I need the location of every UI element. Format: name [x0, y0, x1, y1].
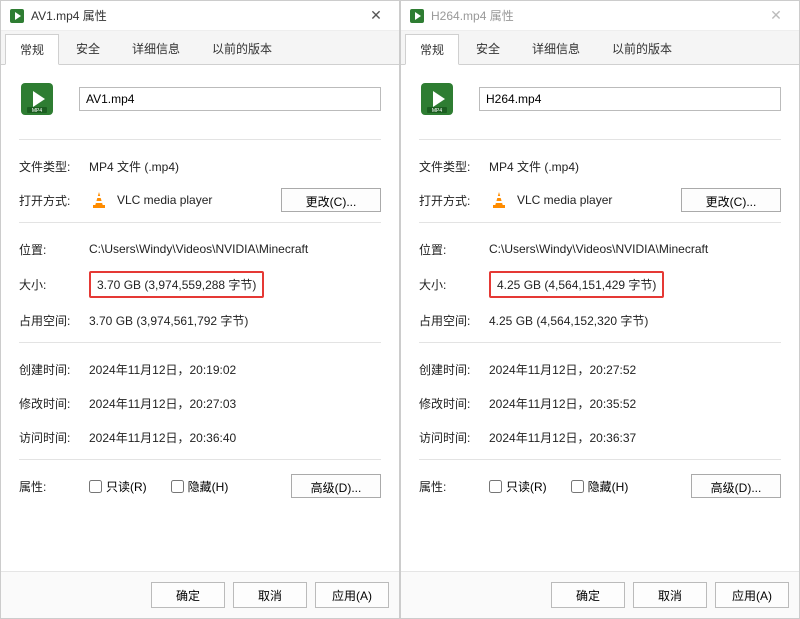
- label-accessed: 访问时间:: [19, 429, 89, 446]
- value-modified: 2024年11月12日，20:35:52: [489, 395, 781, 412]
- tab-previous-versions[interactable]: 以前的版本: [597, 33, 687, 64]
- svg-text:MP4: MP4: [432, 108, 443, 114]
- dialog-footer: 确定 取消 应用(A): [1, 571, 399, 618]
- close-icon[interactable]: ✕: [761, 1, 791, 30]
- mp4-large-icon: MP4: [419, 81, 455, 117]
- general-tab-content: MP4 文件类型: MP4 文件 (.mp4) 打开方式: VLC media …: [401, 65, 799, 571]
- divider: [19, 342, 381, 343]
- cancel-button[interactable]: 取消: [633, 582, 707, 608]
- close-icon[interactable]: ✕: [361, 1, 391, 30]
- apply-button[interactable]: 应用(A): [715, 582, 789, 608]
- readonly-text: 只读(R): [506, 478, 547, 495]
- label-filetype: 文件类型:: [19, 158, 89, 175]
- apply-button[interactable]: 应用(A): [315, 582, 389, 608]
- label-created: 创建时间:: [419, 361, 489, 378]
- advanced-button[interactable]: 高级(D)...: [291, 474, 381, 498]
- divider: [419, 459, 781, 460]
- hidden-text: 隐藏(H): [588, 478, 629, 495]
- readonly-checkbox[interactable]: [489, 480, 502, 493]
- titlebar: H264.mp4 属性 ✕: [401, 1, 799, 31]
- window-title: H264.mp4 属性: [431, 7, 761, 24]
- label-accessed: 访问时间:: [419, 429, 489, 446]
- properties-window-right: H264.mp4 属性 ✕ 常规 安全 详细信息 以前的版本 MP4 文件类型:…: [400, 0, 800, 619]
- readonly-text: 只读(R): [106, 478, 147, 495]
- divider: [419, 342, 781, 343]
- window-title: AV1.mp4 属性: [31, 7, 361, 24]
- ok-button[interactable]: 确定: [551, 582, 625, 608]
- label-sizeondisk: 占用空间:: [419, 312, 489, 329]
- value-accessed: 2024年11月12日，20:36:37: [489, 429, 781, 446]
- divider: [419, 222, 781, 223]
- value-sizeondisk: 4.25 GB (4,564,152,320 字节): [489, 312, 781, 329]
- value-filetype: MP4 文件 (.mp4): [89, 158, 381, 175]
- label-location: 位置:: [419, 241, 489, 258]
- value-created: 2024年11月12日，20:27:52: [489, 361, 781, 378]
- label-openwith: 打开方式:: [419, 192, 489, 209]
- label-size: 大小:: [419, 276, 489, 293]
- properties-window-left: AV1.mp4 属性 ✕ 常规 安全 详细信息 以前的版本 MP4 文件类型: …: [0, 0, 400, 619]
- label-size: 大小:: [19, 276, 89, 293]
- filename-input[interactable]: [79, 87, 381, 111]
- tab-previous-versions[interactable]: 以前的版本: [197, 33, 287, 64]
- divider: [19, 139, 381, 140]
- general-tab-content: MP4 文件类型: MP4 文件 (.mp4) 打开方式: VLC media …: [1, 65, 399, 571]
- readonly-checkbox[interactable]: [89, 480, 102, 493]
- mp4-file-icon: [9, 8, 25, 24]
- filename-input[interactable]: [479, 87, 781, 111]
- divider: [19, 459, 381, 460]
- advanced-button[interactable]: 高级(D)...: [691, 474, 781, 498]
- svg-text:MP4: MP4: [32, 108, 43, 114]
- value-accessed: 2024年11月12日，20:36:40: [89, 429, 381, 446]
- divider: [419, 139, 781, 140]
- tab-security[interactable]: 安全: [461, 33, 515, 64]
- value-sizeondisk: 3.70 GB (3,974,561,792 字节): [89, 312, 381, 329]
- label-modified: 修改时间:: [419, 395, 489, 412]
- dialog-footer: 确定 取消 应用(A): [401, 571, 799, 618]
- vlc-icon: [89, 190, 109, 210]
- label-openwith: 打开方式:: [19, 192, 89, 209]
- hidden-checkbox-label[interactable]: 隐藏(H): [571, 478, 629, 495]
- value-location: C:\Users\Windy\Videos\NVIDIA\Minecraft: [89, 242, 381, 256]
- label-created: 创建时间:: [19, 361, 89, 378]
- label-modified: 修改时间:: [19, 395, 89, 412]
- change-button[interactable]: 更改(C)...: [681, 188, 781, 212]
- label-attributes: 属性:: [419, 478, 489, 495]
- label-attributes: 属性:: [19, 478, 89, 495]
- tab-general[interactable]: 常规: [5, 34, 59, 65]
- label-filetype: 文件类型:: [419, 158, 489, 175]
- value-filetype: MP4 文件 (.mp4): [489, 158, 781, 175]
- hidden-checkbox[interactable]: [571, 480, 584, 493]
- vlc-icon: [489, 190, 509, 210]
- readonly-checkbox-label[interactable]: 只读(R): [489, 478, 547, 495]
- readonly-checkbox-label[interactable]: 只读(R): [89, 478, 147, 495]
- value-modified: 2024年11月12日，20:27:03: [89, 395, 381, 412]
- tabs: 常规 安全 详细信息 以前的版本: [401, 31, 799, 65]
- label-sizeondisk: 占用空间:: [19, 312, 89, 329]
- value-created: 2024年11月12日，20:19:02: [89, 361, 381, 378]
- change-button[interactable]: 更改(C)...: [281, 188, 381, 212]
- ok-button[interactable]: 确定: [151, 582, 225, 608]
- mp4-large-icon: MP4: [19, 81, 55, 117]
- label-location: 位置:: [19, 241, 89, 258]
- value-location: C:\Users\Windy\Videos\NVIDIA\Minecraft: [489, 242, 781, 256]
- value-size: 3.70 GB (3,974,559,288 字节): [89, 271, 264, 298]
- tab-security[interactable]: 安全: [61, 33, 115, 64]
- tab-details[interactable]: 详细信息: [117, 33, 195, 64]
- titlebar: AV1.mp4 属性 ✕: [1, 1, 399, 31]
- mp4-file-icon: [409, 8, 425, 24]
- tabs: 常规 安全 详细信息 以前的版本: [1, 31, 399, 65]
- value-size: 4.25 GB (4,564,151,429 字节): [489, 271, 664, 298]
- tab-details[interactable]: 详细信息: [517, 33, 595, 64]
- tab-general[interactable]: 常规: [405, 34, 459, 65]
- value-openwith: VLC media player: [517, 193, 612, 207]
- hidden-text: 隐藏(H): [188, 478, 229, 495]
- value-openwith: VLC media player: [117, 193, 212, 207]
- hidden-checkbox[interactable]: [171, 480, 184, 493]
- cancel-button[interactable]: 取消: [233, 582, 307, 608]
- hidden-checkbox-label[interactable]: 隐藏(H): [171, 478, 229, 495]
- divider: [19, 222, 381, 223]
